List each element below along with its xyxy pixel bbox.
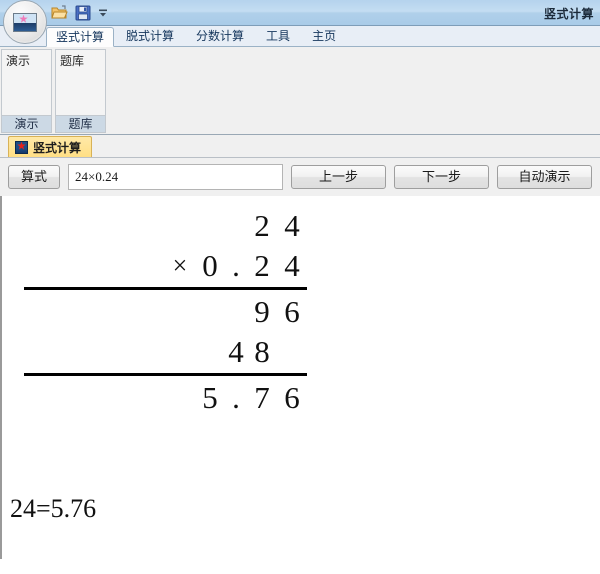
ribbon-panel: 演示 演示 题库 题库 <box>0 47 600 135</box>
calc-row-multiplicand: 2 4 <box>2 206 322 246</box>
calc-row-partial-1: 9 6 <box>2 292 322 332</box>
calc-row-result: 5 . 7 6 <box>2 378 322 418</box>
calc-cell: 9 <box>254 294 270 329</box>
document-tab-shushi[interactable]: 竖式计算 <box>8 136 93 157</box>
calc-operator: × <box>172 251 188 280</box>
save-icon[interactable] <box>73 3 92 22</box>
calc-cell: 4 <box>228 334 244 369</box>
title-bar: 竖式计算 <box>0 0 600 44</box>
calc-cell: 0 <box>202 248 218 283</box>
next-step-button[interactable]: 下一步 <box>394 165 490 189</box>
office-logo-icon <box>13 12 37 32</box>
ribbon-tab-fenshu[interactable]: 分数计算 <box>186 26 254 46</box>
quick-access-more-icon[interactable] <box>96 3 109 22</box>
calc-cell: 6 <box>284 380 300 415</box>
ribbon-group-question-bank: 题库 题库 <box>55 49 106 133</box>
demo-button[interactable]: 演示 <box>6 54 51 68</box>
prev-step-button[interactable]: 上一步 <box>291 165 387 189</box>
calc-rule-top <box>24 287 307 290</box>
calc-cell: 2 <box>254 208 270 243</box>
quick-access-toolbar <box>50 3 109 22</box>
result-equation: 24=5.76 <box>10 494 97 523</box>
calc-row-partial-2: 4 8 <box>2 332 322 372</box>
calc-cell: 8 <box>254 334 270 369</box>
action-toolbar: 算式 上一步 下一步 自动演示 <box>0 158 600 196</box>
calc-cell: 5 <box>202 380 218 415</box>
question-bank-button[interactable]: 题库 <box>60 54 105 68</box>
formula-input[interactable] <box>68 164 284 190</box>
ribbon-group-question-bank-caption: 题库 <box>56 115 105 132</box>
calc-cell: 6 <box>284 294 300 329</box>
vertical-calculation: 2 4 × 0 . 2 4 9 6 4 8 5 . 7 6 <box>2 206 322 418</box>
ribbon-tab-strip: 竖式计算 脱式计算 分数计算 工具 主页 <box>0 26 600 47</box>
document-star-icon <box>15 140 28 154</box>
ribbon-tab-tuoshi[interactable]: 脱式计算 <box>116 26 184 46</box>
ribbon-group-demo-body: 演示 <box>2 50 51 115</box>
ribbon-tab-home[interactable]: 主页 <box>302 26 346 46</box>
calc-cell: 4 <box>284 248 300 283</box>
calc-row-multiplier: × 0 . 2 4 <box>2 246 322 286</box>
calc-rule-bottom <box>24 373 307 376</box>
calc-cell: 4 <box>284 208 300 243</box>
ribbon-group-demo: 演示 演示 <box>1 49 52 133</box>
document-tab-label: 竖式计算 <box>33 140 82 155</box>
formula-button[interactable]: 算式 <box>8 165 61 189</box>
calc-cell: 2 <box>254 248 270 283</box>
ribbon-group-question-bank-body: 题库 <box>56 50 105 115</box>
calc-cell: . <box>232 380 240 415</box>
ribbon-tab-shushi[interactable]: 竖式计算 <box>46 27 115 47</box>
calculation-canvas: 2 4 × 0 . 2 4 9 6 4 8 5 . 7 6 24=5.76 <box>0 196 600 559</box>
window-title: 竖式计算 <box>543 7 594 21</box>
auto-demo-button[interactable]: 自动演示 <box>497 165 593 189</box>
document-tab-strip: 竖式计算 <box>0 135 600 158</box>
open-file-icon[interactable] <box>50 3 69 22</box>
calc-cell: . <box>232 248 240 283</box>
office-button[interactable] <box>3 0 47 44</box>
ribbon-group-demo-caption: 演示 <box>2 115 51 132</box>
calc-cell: 7 <box>254 380 270 415</box>
ribbon-tab-tools[interactable]: 工具 <box>256 26 300 46</box>
